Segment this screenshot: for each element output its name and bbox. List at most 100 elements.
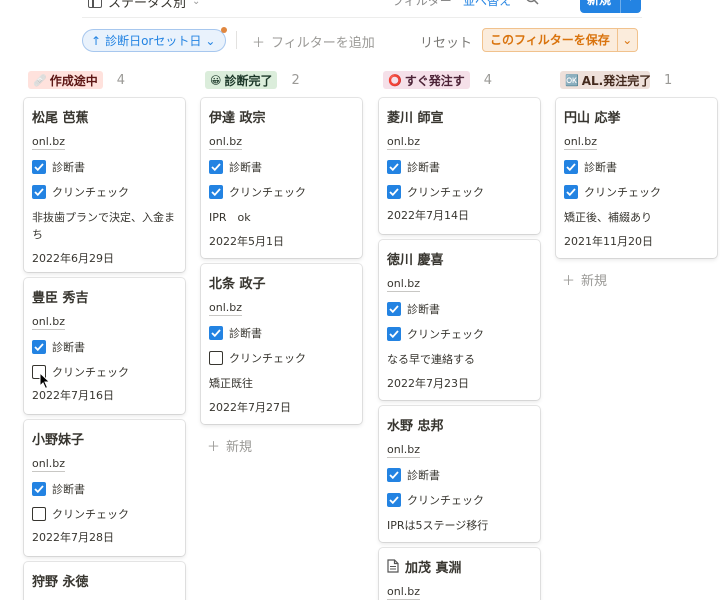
- board-card[interactable]: 水野 忠邦 onl.bz 診断書 クリンチェック IPRは5ステージ移行: [379, 406, 540, 542]
- card-url[interactable]: onl.bz: [209, 300, 243, 316]
- checkbox-checked[interactable]: [32, 340, 46, 354]
- card-url[interactable]: onl.bz: [32, 456, 66, 472]
- view-selector[interactable]: ステータス別 ⌄: [88, 0, 200, 11]
- column-header[interactable]: ⭕ すぐ発注す 4: [379, 70, 541, 90]
- status-name: 作成途中: [49, 73, 98, 88]
- checkbox-label: クリンチェック: [52, 508, 129, 521]
- search-icon[interactable]: [525, 0, 539, 5]
- checkbox-unchecked[interactable]: [32, 507, 46, 521]
- board-card[interactable]: 松尾 芭蕉 onl.bz 診断書 クリンチェック 非抜歯プランで決定、入金まち …: [24, 98, 185, 272]
- status-name: AL.発注完了: [581, 73, 650, 88]
- page-icon: [387, 559, 399, 573]
- card-title-row: 加茂 真淵: [387, 557, 532, 576]
- checkbox-checked[interactable]: [387, 160, 401, 174]
- card-note: 非抜歯プランで決定、入金まち: [32, 211, 175, 241]
- filter-divider: [236, 31, 237, 49]
- filter-button[interactable]: フィルター: [392, 0, 452, 9]
- status-name: 診断完了: [224, 73, 273, 88]
- diagnosis-checkbox-row: 診断書: [387, 301, 532, 317]
- card-title: 豊臣 秀吉: [32, 290, 89, 306]
- diagnosis-checkbox-row: 診断書: [209, 159, 354, 175]
- view-toolbar: ステータス別 ⌄ フィルター 並べ替え ··· 新規: [0, 0, 720, 14]
- card-url[interactable]: onl.bz: [387, 442, 421, 458]
- sort-button[interactable]: 並べ替え: [463, 0, 511, 9]
- diagnosis-checkbox-row: 診断書: [564, 159, 709, 175]
- plus-icon: ＋: [207, 440, 221, 455]
- clincheck-checkbox-row: クリンチェック: [32, 184, 177, 200]
- board-card[interactable]: 北条 政子 onl.bz 診断書 クリンチェック 矯正既往 2022年7月27日: [201, 264, 362, 424]
- diagnosis-checkbox-row: 診断書: [387, 159, 532, 175]
- checkbox-label: 診断書: [229, 161, 262, 174]
- card-url[interactable]: onl.bz: [387, 584, 421, 600]
- board-column-order-soon: ⭕ すぐ発注す 4 菱川 師宣 onl.bz 診断書 クリンチェック 2022年…: [379, 70, 541, 600]
- circle-icon: ⭕: [388, 73, 402, 87]
- add-card-button[interactable]: ＋ 新規: [207, 436, 252, 455]
- clincheck-checkbox-row: クリンチェック: [209, 350, 354, 366]
- card-date: 2022年7月16日: [32, 389, 114, 402]
- checkbox-checked[interactable]: [387, 493, 401, 507]
- board-card[interactable]: 伊達 政宗 onl.bz 診断書 クリンチェック IPR ok 2022年5月1…: [201, 98, 362, 258]
- new-dropdown-icon[interactable]: [620, 0, 640, 13]
- card-url[interactable]: onl.bz: [387, 276, 421, 292]
- reset-filter-button[interactable]: リセット: [420, 32, 472, 51]
- add-card-button[interactable]: ＋ 新規: [562, 270, 607, 289]
- checkbox-checked[interactable]: [32, 185, 46, 199]
- column-count: 1: [664, 72, 673, 88]
- column-header[interactable]: 🩹 作成途中 4: [24, 70, 186, 90]
- checkbox-unchecked[interactable]: [209, 351, 223, 365]
- clincheck-checkbox-row: クリンチェック: [209, 184, 354, 200]
- add-card-label: 新規: [226, 440, 253, 455]
- card-url[interactable]: onl.bz: [32, 314, 66, 330]
- board-card[interactable]: 豊臣 秀吉 onl.bz 診断書 クリンチェック 2022年7月16日: [24, 278, 185, 414]
- checkbox-checked[interactable]: [32, 160, 46, 174]
- column-count: 4: [483, 72, 492, 88]
- board-card[interactable]: 加茂 真淵 onl.bz: [379, 548, 540, 600]
- card-title: 円山 応挙: [564, 110, 621, 126]
- date-filter-chip[interactable]: ↑ 診断日orセット日 ⌄: [82, 27, 228, 52]
- card-title: 狩野 永徳: [32, 574, 89, 590]
- column-header[interactable]: 😀 診断完了 2: [201, 70, 363, 90]
- checkbox-label: クリンチェック: [52, 186, 129, 199]
- checkbox-checked[interactable]: [32, 482, 46, 496]
- diagnosis-checkbox-row: 診断書: [32, 339, 177, 355]
- add-card-label: 新規: [581, 274, 608, 289]
- card-url[interactable]: onl.bz: [564, 134, 598, 150]
- toolbar-divider: [82, 17, 642, 18]
- save-filter-button[interactable]: このフィルターを保存 ⌄: [482, 28, 638, 52]
- card-title: 松尾 芭蕉: [32, 110, 89, 126]
- board-column-diagnosed: 😀 診断完了 2 伊達 政宗 onl.bz 診断書 クリンチェック IPR ok…: [201, 70, 363, 455]
- board-card[interactable]: 狩野 永徳: [24, 562, 185, 600]
- card-title: 北条 政子: [209, 276, 266, 292]
- board-card[interactable]: 徳川 慶喜 onl.bz 診断書 クリンチェック なる早で連絡する 2022年7…: [379, 240, 540, 400]
- view-name-label: ステータス別: [108, 0, 187, 11]
- checkbox-checked[interactable]: [209, 185, 223, 199]
- checkbox-checked[interactable]: [387, 468, 401, 482]
- checkbox-label: 診断書: [52, 483, 85, 496]
- card-url[interactable]: onl.bz: [387, 134, 421, 150]
- checkbox-checked[interactable]: [209, 160, 223, 174]
- card-note: 矯正後、補綴あり: [564, 211, 652, 224]
- arrow-up-icon: ↑: [91, 33, 102, 48]
- board-column-in-progress: 🩹 作成途中 4 松尾 芭蕉 onl.bz 診断書 クリンチェック 非抜歯プラン…: [24, 70, 186, 600]
- checkbox-label: 診断書: [229, 327, 262, 340]
- checkbox-checked[interactable]: [387, 185, 401, 199]
- card-url[interactable]: onl.bz: [209, 134, 243, 150]
- checkbox-checked[interactable]: [564, 160, 578, 174]
- checkbox-label: 診断書: [52, 161, 85, 174]
- board-card[interactable]: 菱川 師宣 onl.bz 診断書 クリンチェック 2022年7月14日: [379, 98, 540, 234]
- status-name: すぐ発注す: [404, 73, 465, 88]
- checkbox-checked[interactable]: [387, 327, 401, 341]
- chevron-down-icon[interactable]: ⌄: [616, 29, 637, 51]
- more-options-icon[interactable]: ···: [552, 0, 568, 4]
- add-filter-button[interactable]: ＋ フィルターを追加: [252, 32, 375, 51]
- column-header[interactable]: 🆗 AL.発注完了 1: [556, 70, 718, 90]
- card-note: IPR ok: [209, 211, 251, 224]
- checkbox-checked[interactable]: [564, 185, 578, 199]
- checkbox-checked[interactable]: [209, 326, 223, 340]
- checkbox-checked[interactable]: [387, 302, 401, 316]
- board-card[interactable]: 小野妹子 onl.bz 診断書 クリンチェック 2022年7月28日: [24, 420, 185, 556]
- new-button[interactable]: 新規: [580, 0, 641, 13]
- checkbox-label: クリンチェック: [229, 186, 306, 199]
- card-url[interactable]: onl.bz: [32, 134, 66, 150]
- board-card[interactable]: 円山 応挙 onl.bz 診断書 クリンチェック 矯正後、補綴あり 2021年1…: [556, 98, 717, 258]
